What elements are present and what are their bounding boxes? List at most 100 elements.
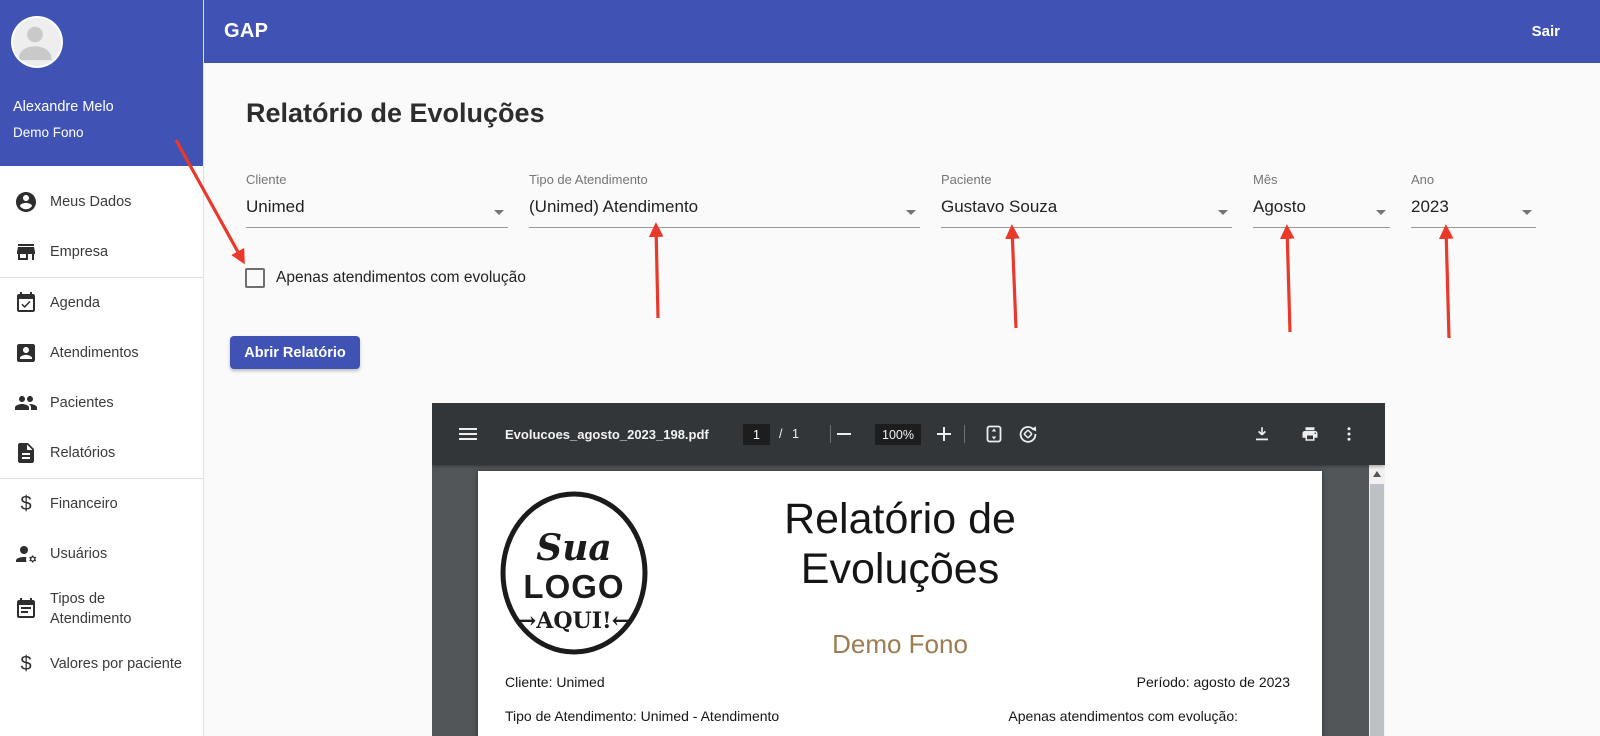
document-icon: [14, 441, 38, 465]
mes-label: Mês: [1253, 172, 1390, 187]
evolucao-checkbox[interactable]: [245, 268, 265, 288]
tipo-atendimento-label: Tipo de Atendimento: [529, 172, 920, 187]
calendar-check-icon: [14, 291, 38, 315]
sidebar-item-tipos-de-atendimento[interactable]: Tipos de Atendimento: [0, 579, 203, 639]
doc-title: Relatório de Evoluções: [478, 494, 1322, 595]
cliente-select[interactable]: Cliente Unimed: [246, 172, 508, 228]
person-avatar-icon: [13, 18, 57, 62]
page-separator: /: [779, 427, 782, 441]
annotation-arrow-paciente: [1012, 228, 1016, 328]
tipo-atendimento-select[interactable]: Tipo de Atendimento (Unimed) Atendimento: [529, 172, 920, 228]
chevron-down-icon: [1218, 210, 1228, 215]
evolucao-checkbox-label: Apenas atendimentos com evolução: [276, 269, 526, 287]
paciente-select[interactable]: Paciente Gustavo Souza: [941, 172, 1232, 228]
pdf-toolbar: Evolucoes_agosto_2023_198.pdf / 1 100%: [432, 403, 1385, 465]
sidebar-item-label: Tipos de Atendimento: [50, 589, 154, 630]
pdf-viewer: Evolucoes_agosto_2023_198.pdf / 1 100%: [432, 403, 1385, 736]
menu-icon[interactable]: [458, 424, 478, 444]
chevron-down-icon: [906, 210, 916, 215]
sidebar-item-financeiro[interactable]: $ Financeiro: [0, 479, 203, 529]
tipo-atendimento-value: (Unimed) Atendimento: [529, 197, 920, 217]
sidebar-item-relatorios[interactable]: Relatórios: [0, 428, 203, 478]
doc-meta-row: Tipo de Atendimento: Unimed - Atendiment…: [505, 708, 1290, 724]
sidebar-item-label: Financeiro: [50, 494, 202, 514]
sidebar-item-meus-dados[interactable]: Meus Dados: [0, 177, 203, 227]
page-title: Relatório de Evoluções: [246, 98, 545, 129]
sidebar-item-pacientes[interactable]: Pacientes: [0, 378, 203, 428]
chevron-down-icon: [1522, 210, 1532, 215]
dollar-icon: $: [14, 492, 38, 516]
contact-box-icon: [14, 341, 38, 365]
page-total: 1: [792, 427, 799, 441]
logout-link[interactable]: Sair: [1532, 23, 1560, 40]
ano-label: Ano: [1411, 172, 1536, 187]
scroll-up-button[interactable]: [1369, 465, 1385, 482]
user-name: Alexandre Melo: [13, 99, 114, 115]
doc-meta-periodo: Período: agosto de 2023: [1137, 674, 1290, 690]
app-brand: GAP: [224, 20, 268, 43]
sidebar-item-label: Usuários: [50, 544, 202, 564]
user-panel: Alexandre Melo Demo Fono: [0, 0, 203, 166]
sidebar-item-label: Agenda: [50, 293, 202, 313]
evolucao-checkbox-row: Apenas atendimentos com evolução: [245, 268, 526, 288]
open-report-button[interactable]: Abrir Relatório: [230, 336, 360, 369]
toolbar-divider: [964, 425, 965, 443]
user-gear-icon: [14, 542, 38, 566]
zoom-out-icon[interactable]: [836, 426, 852, 442]
annotation-arrow-mes: [1287, 228, 1290, 332]
scrollbar-thumb[interactable]: [1370, 484, 1384, 736]
annotation-arrow-ano: [1446, 228, 1449, 338]
chevron-down-icon: [1376, 210, 1386, 215]
sidebar-nav: Meus Dados Empresa Agenda Atendimentos: [0, 177, 203, 689]
page-number-input[interactable]: [743, 424, 770, 445]
print-icon[interactable]: [1301, 425, 1319, 443]
sidebar-item-empresa[interactable]: Empresa: [0, 227, 203, 277]
paciente-label: Paciente: [941, 172, 1232, 187]
pdf-page: Sua LOGO →AQUI!← Relatório de Evoluções …: [478, 471, 1322, 736]
sidebar-item-label: Atendimentos: [50, 343, 202, 363]
sidebar: Alexandre Melo Demo Fono Meus Dados Empr…: [0, 0, 204, 736]
zoom-level[interactable]: 100%: [875, 424, 921, 445]
doc-meta-cliente: Cliente: Unimed: [505, 674, 605, 690]
app-header: GAP Sair: [203, 0, 1600, 63]
doc-subtitle: Demo Fono: [478, 629, 1322, 660]
more-options-icon[interactable]: [1340, 425, 1358, 443]
doc-meta-apenas: Apenas atendimentos com evolução:: [1008, 708, 1238, 724]
cliente-value: Unimed: [246, 197, 508, 217]
annotation-arrow-tipo: [656, 226, 658, 318]
user-subtitle: Demo Fono: [13, 125, 84, 140]
paciente-value: Gustavo Souza: [941, 197, 1232, 217]
doc-title-line1: Relatório de: [478, 494, 1322, 544]
sidebar-item-label: Meus Dados: [50, 192, 202, 212]
mes-value: Agosto: [1253, 197, 1390, 217]
ano-select[interactable]: Ano 2023: [1411, 172, 1536, 228]
calendar-note-icon: [14, 597, 38, 621]
sidebar-item-label: Valores por paciente: [50, 654, 202, 674]
sidebar-item-label: Empresa: [50, 242, 202, 262]
filter-fields: Cliente Unimed Tipo de Atendimento (Unim…: [246, 172, 1536, 228]
doc-meta-tipo: Tipo de Atendimento: Unimed - Atendiment…: [505, 708, 779, 724]
avatar: [11, 16, 63, 68]
store-icon: [14, 240, 38, 264]
dollar-icon: $: [14, 652, 38, 676]
fit-page-icon[interactable]: [984, 424, 1004, 444]
account-circle-icon: [14, 190, 38, 214]
sidebar-item-usuarios[interactable]: Usuários: [0, 529, 203, 579]
ano-value: 2023: [1411, 197, 1536, 217]
rotate-icon[interactable]: [1018, 424, 1038, 444]
sidebar-item-label: Pacientes: [50, 393, 202, 413]
download-icon[interactable]: [1253, 425, 1271, 443]
doc-meta-row: Cliente: Unimed Período: agosto de 2023: [505, 674, 1290, 690]
sidebar-item-valores-por-paciente[interactable]: $ Valores por paciente: [0, 639, 203, 689]
doc-title-line2: Evoluções: [478, 544, 1322, 594]
pdf-scrollbar[interactable]: [1369, 465, 1385, 736]
people-icon: [14, 391, 38, 415]
toolbar-divider: [830, 425, 831, 443]
scroll-up-icon: [1373, 471, 1381, 477]
sidebar-item-atendimentos[interactable]: Atendimentos: [0, 328, 203, 378]
chevron-down-icon: [494, 210, 504, 215]
sidebar-item-agenda[interactable]: Agenda: [0, 278, 203, 328]
mes-select[interactable]: Mês Agosto: [1253, 172, 1390, 228]
pdf-filename: Evolucoes_agosto_2023_198.pdf: [505, 427, 709, 442]
zoom-in-icon[interactable]: [936, 426, 952, 442]
